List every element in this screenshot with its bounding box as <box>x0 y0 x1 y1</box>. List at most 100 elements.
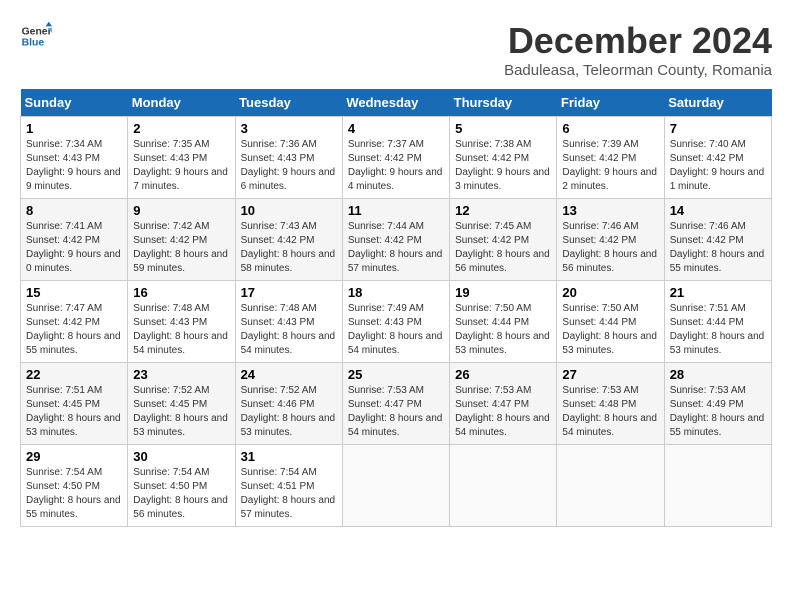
day-number: 30 <box>133 449 229 464</box>
day-info: Sunrise: 7:50 AM Sunset: 4:44 PM Dayligh… <box>562 302 658 358</box>
day-number: 27 <box>562 367 658 382</box>
day-number: 21 <box>670 285 766 300</box>
day-number: 2 <box>133 121 229 136</box>
calendar-cell: 20 Sunrise: 7:50 AM Sunset: 4:44 PM Dayl… <box>557 281 664 363</box>
calendar-cell: 16 Sunrise: 7:48 AM Sunset: 4:43 PM Dayl… <box>128 281 235 363</box>
calendar-cell: 6 Sunrise: 7:39 AM Sunset: 4:42 PM Dayli… <box>557 117 664 199</box>
day-info: Sunrise: 7:34 AM Sunset: 4:43 PM Dayligh… <box>26 138 122 194</box>
day-info: Sunrise: 7:47 AM Sunset: 4:42 PM Dayligh… <box>26 302 122 358</box>
week-row-3: 15 Sunrise: 7:47 AM Sunset: 4:42 PM Dayl… <box>21 281 772 363</box>
day-number: 24 <box>241 367 337 382</box>
calendar-cell: 5 Sunrise: 7:38 AM Sunset: 4:42 PM Dayli… <box>450 117 557 199</box>
day-info: Sunrise: 7:46 AM Sunset: 4:42 PM Dayligh… <box>562 220 658 276</box>
day-number: 16 <box>133 285 229 300</box>
day-header-friday: Friday <box>557 89 664 117</box>
logo: General Blue <box>20 20 52 52</box>
calendar-cell: 4 Sunrise: 7:37 AM Sunset: 4:42 PM Dayli… <box>342 117 449 199</box>
day-header-saturday: Saturday <box>664 89 771 117</box>
day-info: Sunrise: 7:52 AM Sunset: 4:46 PM Dayligh… <box>241 384 337 440</box>
calendar-cell <box>557 445 664 527</box>
calendar-cell <box>342 445 449 527</box>
day-info: Sunrise: 7:54 AM Sunset: 4:50 PM Dayligh… <box>26 466 122 522</box>
day-info: Sunrise: 7:46 AM Sunset: 4:42 PM Dayligh… <box>670 220 766 276</box>
day-header-thursday: Thursday <box>450 89 557 117</box>
week-row-5: 29 Sunrise: 7:54 AM Sunset: 4:50 PM Dayl… <box>21 445 772 527</box>
calendar-cell: 2 Sunrise: 7:35 AM Sunset: 4:43 PM Dayli… <box>128 117 235 199</box>
day-number: 18 <box>348 285 444 300</box>
calendar-table: SundayMondayTuesdayWednesdayThursdayFrid… <box>20 89 772 527</box>
day-info: Sunrise: 7:49 AM Sunset: 4:43 PM Dayligh… <box>348 302 444 358</box>
calendar-cell: 10 Sunrise: 7:43 AM Sunset: 4:42 PM Dayl… <box>235 199 342 281</box>
page-header: General Blue December 2024 Baduleasa, Te… <box>20 20 772 79</box>
calendar-cell: 7 Sunrise: 7:40 AM Sunset: 4:42 PM Dayli… <box>664 117 771 199</box>
calendar-cell: 15 Sunrise: 7:47 AM Sunset: 4:42 PM Dayl… <box>21 281 128 363</box>
day-number: 13 <box>562 203 658 218</box>
calendar-cell: 27 Sunrise: 7:53 AM Sunset: 4:48 PM Dayl… <box>557 363 664 445</box>
calendar-cell <box>450 445 557 527</box>
calendar-cell: 25 Sunrise: 7:53 AM Sunset: 4:47 PM Dayl… <box>342 363 449 445</box>
day-info: Sunrise: 7:54 AM Sunset: 4:50 PM Dayligh… <box>133 466 229 522</box>
month-title: December 2024 <box>504 20 772 62</box>
calendar-cell: 18 Sunrise: 7:49 AM Sunset: 4:43 PM Dayl… <box>342 281 449 363</box>
day-number: 29 <box>26 449 122 464</box>
day-info: Sunrise: 7:43 AM Sunset: 4:42 PM Dayligh… <box>241 220 337 276</box>
day-number: 9 <box>133 203 229 218</box>
day-info: Sunrise: 7:53 AM Sunset: 4:49 PM Dayligh… <box>670 384 766 440</box>
calendar-cell <box>664 445 771 527</box>
calendar-cell: 29 Sunrise: 7:54 AM Sunset: 4:50 PM Dayl… <box>21 445 128 527</box>
day-header-tuesday: Tuesday <box>235 89 342 117</box>
day-info: Sunrise: 7:51 AM Sunset: 4:45 PM Dayligh… <box>26 384 122 440</box>
day-header-monday: Monday <box>128 89 235 117</box>
calendar-cell: 11 Sunrise: 7:44 AM Sunset: 4:42 PM Dayl… <box>342 199 449 281</box>
calendar-cell: 17 Sunrise: 7:48 AM Sunset: 4:43 PM Dayl… <box>235 281 342 363</box>
calendar-cell: 13 Sunrise: 7:46 AM Sunset: 4:42 PM Dayl… <box>557 199 664 281</box>
day-number: 3 <box>241 121 337 136</box>
day-info: Sunrise: 7:48 AM Sunset: 4:43 PM Dayligh… <box>133 302 229 358</box>
day-info: Sunrise: 7:50 AM Sunset: 4:44 PM Dayligh… <box>455 302 551 358</box>
day-info: Sunrise: 7:36 AM Sunset: 4:43 PM Dayligh… <box>241 138 337 194</box>
day-info: Sunrise: 7:54 AM Sunset: 4:51 PM Dayligh… <box>241 466 337 522</box>
location: Baduleasa, Teleorman County, Romania <box>504 62 772 79</box>
calendar-cell: 31 Sunrise: 7:54 AM Sunset: 4:51 PM Dayl… <box>235 445 342 527</box>
calendar-cell: 12 Sunrise: 7:45 AM Sunset: 4:42 PM Dayl… <box>450 199 557 281</box>
day-info: Sunrise: 7:44 AM Sunset: 4:42 PM Dayligh… <box>348 220 444 276</box>
day-info: Sunrise: 7:40 AM Sunset: 4:42 PM Dayligh… <box>670 138 766 194</box>
day-number: 4 <box>348 121 444 136</box>
day-info: Sunrise: 7:39 AM Sunset: 4:42 PM Dayligh… <box>562 138 658 194</box>
day-info: Sunrise: 7:37 AM Sunset: 4:42 PM Dayligh… <box>348 138 444 194</box>
week-row-2: 8 Sunrise: 7:41 AM Sunset: 4:42 PM Dayli… <box>21 199 772 281</box>
calendar-cell: 26 Sunrise: 7:53 AM Sunset: 4:47 PM Dayl… <box>450 363 557 445</box>
day-number: 1 <box>26 121 122 136</box>
logo-icon: General Blue <box>20 20 52 52</box>
day-number: 14 <box>670 203 766 218</box>
calendar-cell: 9 Sunrise: 7:42 AM Sunset: 4:42 PM Dayli… <box>128 199 235 281</box>
day-number: 25 <box>348 367 444 382</box>
day-info: Sunrise: 7:53 AM Sunset: 4:48 PM Dayligh… <box>562 384 658 440</box>
day-number: 17 <box>241 285 337 300</box>
calendar-cell: 21 Sunrise: 7:51 AM Sunset: 4:44 PM Dayl… <box>664 281 771 363</box>
day-number: 6 <box>562 121 658 136</box>
day-info: Sunrise: 7:53 AM Sunset: 4:47 PM Dayligh… <box>348 384 444 440</box>
day-number: 31 <box>241 449 337 464</box>
day-number: 26 <box>455 367 551 382</box>
week-row-1: 1 Sunrise: 7:34 AM Sunset: 4:43 PM Dayli… <box>21 117 772 199</box>
day-number: 22 <box>26 367 122 382</box>
day-info: Sunrise: 7:53 AM Sunset: 4:47 PM Dayligh… <box>455 384 551 440</box>
day-number: 15 <box>26 285 122 300</box>
day-number: 28 <box>670 367 766 382</box>
day-info: Sunrise: 7:42 AM Sunset: 4:42 PM Dayligh… <box>133 220 229 276</box>
day-info: Sunrise: 7:51 AM Sunset: 4:44 PM Dayligh… <box>670 302 766 358</box>
day-number: 19 <box>455 285 551 300</box>
day-number: 7 <box>670 121 766 136</box>
calendar-cell: 19 Sunrise: 7:50 AM Sunset: 4:44 PM Dayl… <box>450 281 557 363</box>
day-number: 12 <box>455 203 551 218</box>
day-number: 11 <box>348 203 444 218</box>
day-number: 8 <box>26 203 122 218</box>
svg-text:Blue: Blue <box>22 38 45 49</box>
calendar-cell: 22 Sunrise: 7:51 AM Sunset: 4:45 PM Dayl… <box>21 363 128 445</box>
day-info: Sunrise: 7:38 AM Sunset: 4:42 PM Dayligh… <box>455 138 551 194</box>
day-number: 10 <box>241 203 337 218</box>
day-header-wednesday: Wednesday <box>342 89 449 117</box>
day-header-sunday: Sunday <box>21 89 128 117</box>
day-number: 23 <box>133 367 229 382</box>
